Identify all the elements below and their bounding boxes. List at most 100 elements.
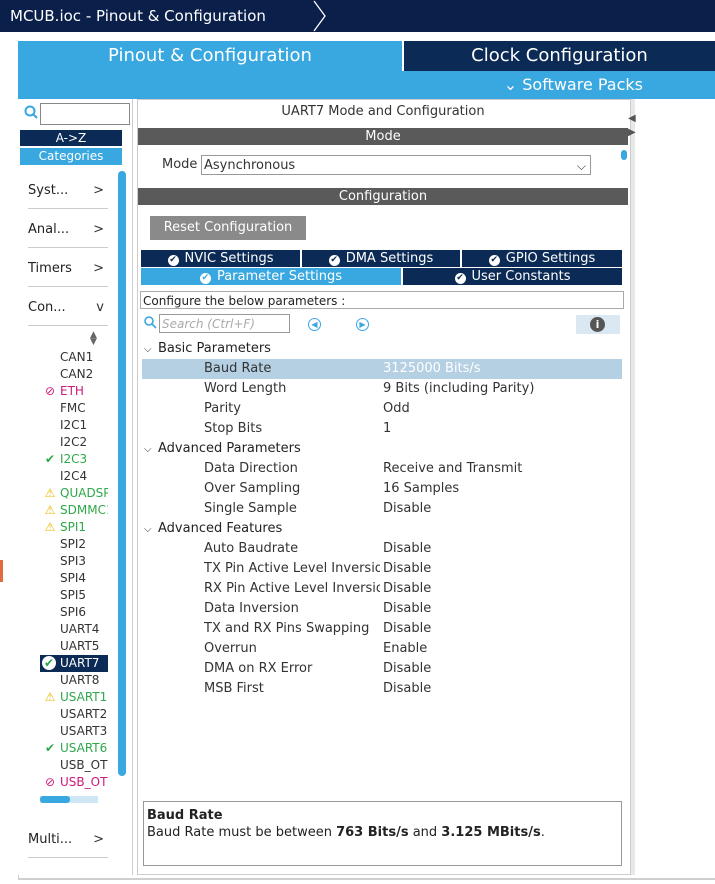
sidebar-item-peripheral[interactable]: ✔ I2C3 [40,451,108,468]
sidebar-item-peripheral[interactable]: FMC [40,400,108,417]
sidebar-item-peripheral[interactable]: SPI3 [40,553,108,570]
sidebar-item-peripheral[interactable]: USB_OTG_FS [40,757,108,774]
mode-scrollbar[interactable] [621,150,627,160]
category-connectivity[interactable]: Con... v [28,295,108,326]
tab-nvic-settings[interactable]: ✔ NVIC Settings [141,250,300,267]
tab-pinout-configuration[interactable]: Pinout & Configuration [18,41,402,71]
sidebar-item-peripheral[interactable]: SPI6 [40,604,108,621]
parameter-value[interactable]: Disable [383,659,431,679]
parameter-row[interactable]: Word Length 9 Bits (including Parity) [142,379,622,399]
category-timers[interactable]: Timers > [28,256,108,287]
sidebar-hscrollbar[interactable] [40,796,98,803]
category-system[interactable]: Syst... > [28,178,108,209]
sidebar-scrollbar[interactable] [118,171,126,776]
parameter-row[interactable]: Baud Rate 3125000 Bits/s [142,359,622,379]
chevron-down-icon: ⌵ [144,524,152,535]
sidebar-item-peripheral[interactable]: ⚠ SPI1 [40,519,108,536]
peripheral-label: I2C2 [60,435,88,449]
next-match-icon[interactable]: ▶ [356,318,369,331]
parameter-row[interactable]: DMA on RX Error Disable [142,659,622,679]
tab-dma-settings[interactable]: ✔ DMA Settings [302,250,460,267]
parameter-row[interactable]: RX Pin Active Level Inversion Disable [142,579,622,599]
software-packs-menu[interactable]: ⌄ Software Packs [504,71,643,99]
parameter-value[interactable]: 3125000 Bits/s [383,359,481,379]
parameter-value[interactable]: Receive and Transmit [383,459,522,479]
hscroll-thumb[interactable] [40,796,70,803]
parameter-group[interactable]: ⌵ Basic Parameters [144,339,271,359]
parameter-value[interactable]: Disable [383,599,431,619]
peripheral-label: SPI5 [60,588,87,602]
info-button[interactable]: i [576,315,620,334]
sidebar-item-peripheral[interactable]: SPI2 [40,536,108,553]
search-input[interactable] [40,103,130,125]
tab-clock-configuration[interactable]: Clock Configuration [404,41,715,71]
previous-match-icon[interactable]: ◀ [308,318,321,331]
sidebar-item-peripheral[interactable]: I2C1 [40,417,108,434]
sidebar-item-peripheral[interactable]: CAN2 [40,366,108,383]
sidebar-item-peripheral[interactable]: ⚠ SDMMC1 [40,502,108,519]
tab-gpio-settings[interactable]: ✔ GPIO Settings [462,250,622,267]
parameter-row[interactable]: Overrun Enable [142,639,622,659]
parameter-row[interactable]: Parity Odd [142,399,622,419]
sidebar-item-peripheral[interactable]: USART3 [40,723,108,740]
parameter-row[interactable]: Data Direction Receive and Transmit [142,459,622,479]
sidebar-item-peripheral[interactable]: SPI4 [40,570,108,587]
parameter-value[interactable]: Disable [383,679,431,699]
tab-user-constants[interactable]: ✔ User Constants [403,268,622,285]
collapse-arrows-icon[interactable]: ◀ ▶ [628,112,638,142]
parameter-row[interactable]: Data Inversion Disable [142,599,622,619]
tab-parameter-settings[interactable]: ✔ Parameter Settings [141,268,401,285]
chevron-right-icon: > [93,832,104,847]
categories-button[interactable]: Categories [20,148,122,165]
parameter-group[interactable]: ⌵ Advanced Features [144,519,282,539]
reset-configuration-button[interactable]: Reset Configuration [150,216,306,240]
sidebar-item-peripheral[interactable]: UART8 [40,672,108,689]
az-sort-button[interactable]: A->Z [20,130,122,146]
parameter-group[interactable]: ⌵ Advanced Parameters [144,439,301,459]
parameter-value[interactable]: 9 Bits (including Parity) [383,379,534,399]
mode-select[interactable]: Asynchronous ⌵ [201,155,591,175]
parameter-row[interactable]: Stop Bits 1 [142,419,622,439]
parameter-row[interactable]: TX and RX Pins Swapping Disable [142,619,622,639]
sidebar-item-peripheral[interactable]: ⊘ USB_OTG_HS [40,774,108,791]
parameter-value[interactable]: 16 Samples [383,479,459,499]
parameter-value[interactable]: 1 [383,419,391,439]
parameter-name: Data Inversion [204,601,299,616]
group-label: Advanced Features [158,521,283,536]
parameter-row[interactable]: Single Sample Disable [142,499,622,519]
window-title-tab[interactable]: MCUB.ioc - Pinout & Configuration [0,0,316,32]
category-multimedia[interactable]: Multi... > [28,827,108,858]
parameter-search-input[interactable]: Search (Ctrl+F) [159,314,290,333]
parameter-name: DMA on RX Error [204,661,313,676]
sidebar-item-peripheral[interactable]: ⊘ ETH [40,383,108,400]
parameter-value[interactable]: Enable [383,639,427,659]
parameter-row[interactable]: MSB First Disable [142,679,622,699]
parameter-row[interactable]: TX Pin Active Level Inversion Disable [142,559,622,579]
description-text: Baud Rate must be between 763 Bits/s and… [147,825,545,840]
sidebar-item-peripheral[interactable]: SPI5 [40,587,108,604]
category-analog[interactable]: Anal... > [28,217,108,248]
parameter-row[interactable]: Auto Baudrate Disable [142,539,622,559]
parameter-value[interactable]: Disable [383,619,431,639]
sidebar-item-peripheral[interactable]: CAN1 [40,349,108,366]
sidebar-item-peripheral[interactable]: ⚠ QUADSPI [40,485,108,502]
sidebar-item-peripheral[interactable]: UART4 [40,621,108,638]
sort-icon[interactable]: ▲ ▼ [90,331,97,347]
parameter-value[interactable]: Disable [383,499,431,519]
parameter-row[interactable]: Over Sampling 16 Samples [142,479,622,499]
sidebar-item-peripheral[interactable]: ⚠ USART1 [40,689,108,706]
parameter-name: Single Sample [204,501,297,516]
sidebar-item-peripheral[interactable]: ✔ UART7 [40,655,108,672]
sidebar-item-peripheral[interactable]: I2C2 [40,434,108,451]
sidebar-item-peripheral[interactable]: UART5 [40,638,108,655]
parameter-value[interactable]: Disable [383,539,431,559]
parameter-value[interactable]: Disable [383,559,431,579]
parameter-value[interactable]: Disable [383,579,431,599]
panel-splitter[interactable] [631,99,635,875]
sidebar-item-peripheral[interactable]: USART2 [40,706,108,723]
peripheral-label: SPI6 [60,605,87,619]
parameter-value[interactable]: Odd [383,399,410,419]
parameter-name: Parity [204,401,241,416]
sidebar-item-peripheral[interactable]: I2C4 [40,468,108,485]
sidebar-item-peripheral[interactable]: ✔ USART6 [40,740,108,757]
